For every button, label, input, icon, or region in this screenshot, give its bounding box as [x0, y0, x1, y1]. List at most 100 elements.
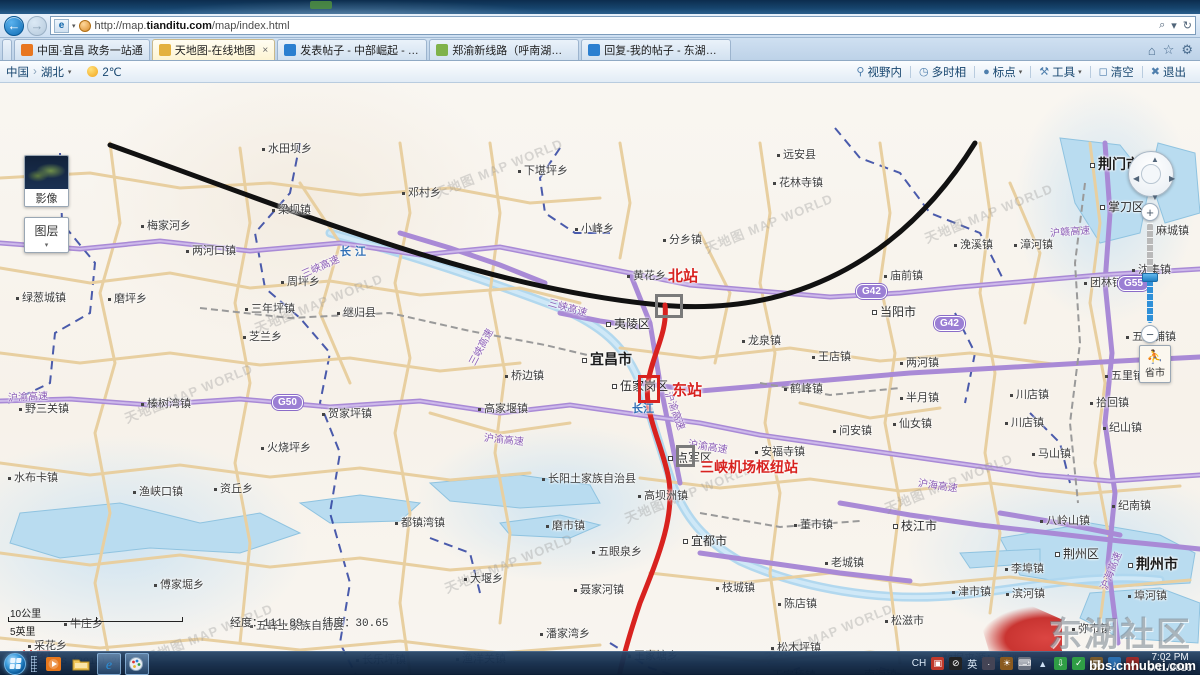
map-left-controls: 影像 图层 ▾ — [24, 155, 69, 253]
taskbar-explorer-icon[interactable] — [69, 653, 93, 675]
map-point-marker — [885, 619, 888, 623]
gear-icon[interactable]: ⚙ — [1181, 42, 1193, 58]
tab-label: 郑渝新线路（呼南湖北段... — [452, 45, 573, 57]
map-label-town: 水布卡镇 — [8, 469, 58, 485]
map-label-town-text: 野三关镇 — [25, 403, 69, 415]
map-point-marker — [794, 523, 797, 527]
favorites-icon[interactable]: ☆ — [1163, 42, 1175, 58]
map-label-city: 当阳市 — [872, 303, 916, 320]
ime-toolbar-icon[interactable]: ▣ — [931, 657, 945, 670]
navigation-bar: ← → e ▾ http://map.tianditu.com/map/inde… — [0, 14, 1200, 38]
zoom-in-button[interactable]: + — [1141, 203, 1159, 221]
weather-widget: 2℃ — [87, 65, 122, 79]
map-label-town-text: 远安县 — [783, 149, 816, 161]
map-label-town: 大堰乡 — [464, 570, 503, 586]
map-label-town-text: 老城镇 — [831, 557, 864, 569]
pan-control[interactable]: ▲ ▼ ◀ ▶ — [1128, 151, 1175, 202]
chevron-down-icon[interactable]: ▾ — [68, 68, 72, 76]
map-label-town-text: 八岭山镇 — [1046, 515, 1090, 527]
scale-metric: 10公里 — [10, 609, 42, 620]
station-label-airport: 三峡机场枢纽站 — [700, 459, 798, 475]
tray-shield-icon[interactable]: ✓ — [1072, 657, 1086, 670]
taskbar-paint-icon[interactable] — [125, 652, 149, 675]
search-icon[interactable]: ⌕ — [1159, 19, 1165, 32]
taskbar-gripper[interactable] — [31, 655, 37, 672]
tool-multitemporal-button[interactable]: ◷ 多时相 — [911, 64, 974, 80]
map-label-town-text: 都镇湾镇 — [401, 517, 445, 529]
chevron-down-icon[interactable]: ▾ — [1078, 68, 1082, 76]
tray-overflow-icon[interactable]: ▲ — [1036, 657, 1049, 670]
tool-clear-button[interactable]: ◻ 清空 — [1091, 64, 1142, 80]
province-city-button[interactable]: ⛹ 省市 — [1139, 345, 1171, 383]
imagery-toggle-button[interactable]: 影像 — [24, 155, 69, 207]
tool-exit-button[interactable]: ✖ 退出 — [1143, 64, 1194, 80]
chevron-down-icon[interactable]: ▾ — [1019, 68, 1023, 76]
breadcrumb-country[interactable]: 中国 — [6, 64, 29, 80]
zoom-out-button[interactable]: − — [1141, 325, 1159, 343]
map-label-town: 下堪坪乡 — [518, 162, 568, 178]
map-label-town: 庙前镇 — [884, 267, 923, 283]
browser-window: ← → e ▾ http://map.tianditu.com/map/inde… — [0, 0, 1200, 675]
address-bar[interactable]: e ▾ http://map.tianditu.com/map/index.ht… — [50, 16, 1196, 35]
refresh-icon[interactable]: ↻ — [1183, 19, 1192, 32]
map-label-city: 荆州市 — [1128, 554, 1178, 574]
start-button[interactable] — [4, 652, 26, 675]
scale-bar: 10公里 5英里 — [8, 605, 183, 638]
zoom-slider-track[interactable] — [1142, 223, 1158, 323]
station-label-east: 东站 — [672, 382, 703, 399]
map-label-town: 陈店镇 — [778, 595, 817, 611]
chevron-down-icon[interactable]: ▾ — [72, 22, 76, 30]
map-label-town: 花林寺镇 — [773, 174, 823, 190]
ime-punctuation-icon[interactable]: · — [982, 657, 996, 670]
pan-center[interactable] — [1141, 164, 1161, 184]
chevron-down-icon[interactable]: ▾ — [45, 241, 49, 249]
layers-label: 图层 — [34, 223, 59, 238]
ime-mode-indicator[interactable]: CH — [912, 658, 926, 669]
tab-0[interactable]: 中国·宜昌 政务一站通 — [14, 39, 150, 60]
tab-overflow[interactable] — [2, 39, 12, 60]
station-marker-box-north[interactable] — [655, 294, 683, 318]
map-canvas[interactable]: 天地图 MAP WORLD 天地图 MAP WORLD 天地图 MAP WORL… — [0, 83, 1200, 674]
map-point-marker — [243, 335, 246, 339]
highway-shield: G42 — [934, 316, 965, 331]
chevron-down-icon[interactable]: ▾ — [1171, 19, 1177, 32]
ime-keyboard-icon[interactable]: ⌨ — [1018, 657, 1032, 670]
map-point-marker — [108, 297, 111, 301]
tool-marker-button[interactable]: ● 标点 ▾ — [975, 64, 1030, 80]
map-label-town: 磨市镇 — [546, 517, 585, 533]
map-label-town: 潘家湾乡 — [540, 625, 590, 641]
taskbar-internet-explorer-icon[interactable]: e — [97, 652, 121, 675]
map-point-marker — [638, 494, 641, 498]
ime-skin-icon[interactable]: ☀ — [1000, 657, 1014, 670]
station-marker-box-east[interactable] — [638, 375, 660, 403]
tab-2[interactable]: 发表帖子 - 中部崛起 - 东... — [277, 39, 428, 60]
tab-3[interactable]: 郑渝新线路（呼南湖北段... — [429, 39, 580, 60]
station-marker-box-airport[interactable] — [676, 445, 695, 467]
map-label-town-text: 下堪坪乡 — [524, 165, 568, 177]
ime-language-indicator[interactable]: 英 — [967, 656, 977, 671]
map-label-city: 枝江市 — [893, 517, 937, 534]
address-bar-left: e ▾ — [54, 18, 91, 33]
tool-tools-button[interactable]: ⚒ 工具 ▾ — [1031, 64, 1089, 80]
weather-temperature: 2℃ — [102, 66, 122, 79]
layers-button[interactable]: 图层 ▾ — [24, 217, 69, 253]
map-point-marker — [8, 476, 11, 480]
map-point-marker — [900, 396, 903, 400]
tray-update-icon[interactable]: ⇩ — [1054, 657, 1068, 670]
map-label-town-text: 水田坝乡 — [268, 143, 312, 155]
map-label-town: 老城镇 — [825, 554, 864, 570]
tool-viewport-button[interactable]: ⚲ 视野内 — [848, 64, 910, 80]
compat-view-icon[interactable]: e — [54, 18, 69, 33]
zoom-slider-thumb[interactable] — [1142, 273, 1158, 282]
map-point-marker — [154, 583, 157, 587]
home-icon[interactable]: ⌂ — [1148, 43, 1156, 58]
close-icon[interactable]: × — [262, 45, 268, 56]
back-button[interactable]: ← — [4, 15, 24, 36]
tab-4[interactable]: 回复-我的帖子 - 东湖社... — [581, 39, 732, 60]
taskbar-media-player-icon[interactable] — [41, 653, 65, 675]
forward-button[interactable]: → — [27, 15, 47, 36]
ime-block-icon[interactable]: ⊘ — [949, 657, 963, 670]
map-label-town-text: 渔峡口镇 — [139, 486, 183, 498]
tab-1[interactable]: 天地图-在线地图 × — [151, 39, 276, 60]
breadcrumb-province[interactable]: 湖北 — [41, 64, 64, 80]
